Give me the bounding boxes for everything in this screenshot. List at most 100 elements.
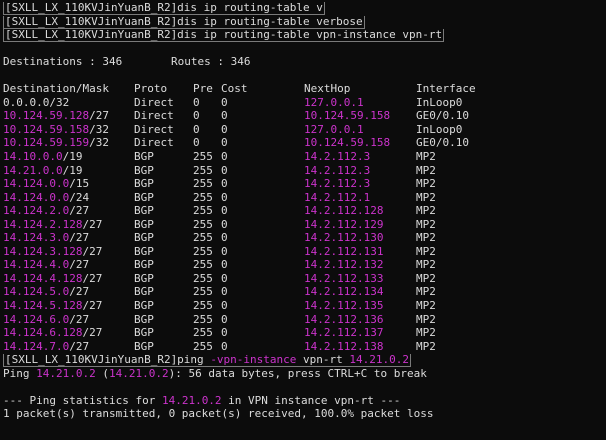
route-destination: 14.124.2.128/27 xyxy=(3,218,102,232)
route-destination-ip: 14.21.0.0 xyxy=(3,163,63,177)
command-text: [SXLL_LX_110KVJinYuanB_R2]dis ip routing… xyxy=(3,14,365,29)
route-destination: 10.124.59.158/32 xyxy=(3,123,109,137)
route-pre: 255 xyxy=(193,285,213,299)
route-nexthop: 14.2.112.137 xyxy=(304,326,384,340)
ping-info-mid: ( xyxy=(95,366,109,380)
route-destination-ip: 14.124.2.128 xyxy=(3,217,83,231)
ping-stats-prefix: --- Ping statistics for xyxy=(3,393,162,407)
route-cost: 0 xyxy=(221,163,228,177)
route-row: 0.0.0.0/32 Direct 0 0 127.0.0.1 InLoop0 xyxy=(3,96,606,110)
route-interface: MP2 xyxy=(416,204,436,218)
route-proto: BGP xyxy=(134,163,154,177)
route-destination-mask: /24 xyxy=(69,190,90,204)
route-destination-ip: 10.124.59.128 xyxy=(3,109,90,123)
route-destination-ip: 14.124.5.128 xyxy=(3,299,83,313)
route-row: 14.124.6.128/27 BGP 255 0 14.2.112.137 MP2 xyxy=(3,326,606,340)
ping-option: -vpn-instance xyxy=(210,353,297,367)
route-destination-mask: /27 xyxy=(89,109,109,123)
route-destination-ip: 10.124.59.159 xyxy=(3,136,90,150)
route-nexthop: 14.2.112.136 xyxy=(304,312,384,326)
route-row: 14.124.5.0/27 BGP 255 0 14.2.112.134 MP2 xyxy=(3,285,606,299)
route-destination-ip: 14.124.5.0 xyxy=(3,285,70,299)
route-destination: 0.0.0.0/32 xyxy=(3,95,70,109)
route-pre: 255 xyxy=(193,244,213,258)
route-row: 14.124.4.0/27 BGP 255 0 14.2.112.132 MP2 xyxy=(3,258,606,272)
header-pre: Pre xyxy=(193,82,213,96)
route-row: 14.124.3.0/27 BGP 255 0 14.2.112.130 MP2 xyxy=(3,231,606,245)
route-destination-ip: 14.124.4.0 xyxy=(3,258,70,272)
route-row: 14.124.2.128/27 BGP 255 0 14.2.112.129 MP2 xyxy=(3,218,606,232)
route-destination-mask: /32 xyxy=(89,122,109,136)
route-cost: 0 xyxy=(221,109,228,123)
route-interface: MP2 xyxy=(416,217,436,231)
ping-command-line: [SXLL_LX_110KVJinYuanB_R2]ping -vpn-inst… xyxy=(3,353,606,368)
route-proto: BGP xyxy=(134,339,154,353)
route-proto: BGP xyxy=(134,217,154,231)
route-cost: 0 xyxy=(221,285,228,299)
route-row: 10.124.59.128/27 Direct 0 0 10.124.59.158 GE0… xyxy=(3,109,606,123)
route-destination: 10.124.59.128/27 xyxy=(3,109,109,123)
command-text: [SXLL_LX_110KVJinYuanB_R2]dis ip routing… xyxy=(3,28,445,43)
route-interface: MP2 xyxy=(416,285,436,299)
route-nexthop: 14.2.112.1 xyxy=(304,190,371,204)
route-destination-mask: /27 xyxy=(82,271,103,285)
route-destination-ip: 14.124.6.128 xyxy=(3,326,83,340)
ping-instance: vpn-rt xyxy=(296,353,350,367)
route-pre: 255 xyxy=(193,231,213,245)
route-pre: 255 xyxy=(193,177,213,191)
route-destination-ip: 14.124.2.0 xyxy=(3,204,70,218)
route-destination: 14.124.5.128/27 xyxy=(3,299,102,313)
route-destination-ip: 14.124.0.0 xyxy=(3,190,70,204)
route-destination: 14.124.5.0/27 xyxy=(3,285,89,299)
route-proto: Direct xyxy=(134,95,174,109)
command-text: [SXLL_LX_110KVJinYuanB_R2]dis ip routing… xyxy=(3,1,325,15)
route-row: 10.124.59.159/32 Direct 0 0 10.124.59.158 GE0… xyxy=(3,136,606,150)
route-nexthop: 14.2.112.133 xyxy=(304,271,384,285)
route-proto: BGP xyxy=(134,299,154,313)
route-cost: 0 xyxy=(221,231,228,245)
route-proto: BGP xyxy=(134,258,154,272)
route-cost: 0 xyxy=(221,122,228,136)
ping-info-prefix: Ping xyxy=(3,366,37,380)
route-nexthop: 14.2.112.132 xyxy=(304,258,384,272)
route-row: 14.124.0.0/15 BGP 255 0 14.2.112.3 MP2 xyxy=(3,177,606,191)
destinations-count: Destinations : 346 xyxy=(3,55,123,69)
route-pre: 255 xyxy=(193,312,213,326)
route-interface: MP2 xyxy=(416,271,436,285)
route-row: 14.124.2.0/27 BGP 255 0 14.2.112.128 MP2 xyxy=(3,204,606,218)
route-destination-mask: /19 xyxy=(62,163,83,177)
routes-count: Routes : 346 xyxy=(171,55,251,69)
route-nexthop: 14.2.112.128 xyxy=(304,204,384,218)
route-interface: MP2 xyxy=(416,299,436,313)
route-destination: 14.124.3.0/27 xyxy=(3,231,89,245)
route-row: 14.10.0.0/19 BGP 255 0 14.2.112.3 MP2 xyxy=(3,150,606,164)
route-nexthop: 14.2.112.3 xyxy=(304,163,371,177)
route-destination-ip: 14.124.3.0 xyxy=(3,231,70,245)
route-proto: BGP xyxy=(134,271,154,285)
route-pre: 0 xyxy=(193,136,200,150)
route-cost: 0 xyxy=(221,136,228,150)
route-interface: MP2 xyxy=(416,326,436,340)
terminal-window[interactable]: [SXLL_LX_110KVJinYuanB_R2]dis ip routing… xyxy=(0,0,606,440)
routing-table-header: Destination/Mask Proto Pre Cost NextHop … xyxy=(3,82,606,96)
route-destination-mask: /27 xyxy=(82,217,103,231)
route-destination-ip: 10.124.59.158 xyxy=(3,122,90,136)
route-destination-mask: /19 xyxy=(62,150,83,164)
ping-command: [SXLL_LX_110KVJinYuanB_R2]ping -vpn-inst… xyxy=(3,353,411,368)
route-destination-mask: /27 xyxy=(82,326,103,340)
route-cost: 0 xyxy=(221,326,228,340)
route-destination-mask: /27 xyxy=(82,299,103,313)
route-interface: MP2 xyxy=(416,339,436,353)
route-interface: MP2 xyxy=(416,312,436,326)
route-nexthop: 127.0.0.1 xyxy=(304,95,364,109)
route-pre: 255 xyxy=(193,271,213,285)
route-cost: 0 xyxy=(221,258,228,272)
route-row: 14.124.6.0/27 BGP 255 0 14.2.112.136 MP2 xyxy=(3,313,606,327)
route-nexthop: 14.2.112.3 xyxy=(304,150,371,164)
route-cost: 0 xyxy=(221,217,228,231)
route-proto: BGP xyxy=(134,150,154,164)
route-destination: 14.10.0.0/19 xyxy=(3,150,82,164)
